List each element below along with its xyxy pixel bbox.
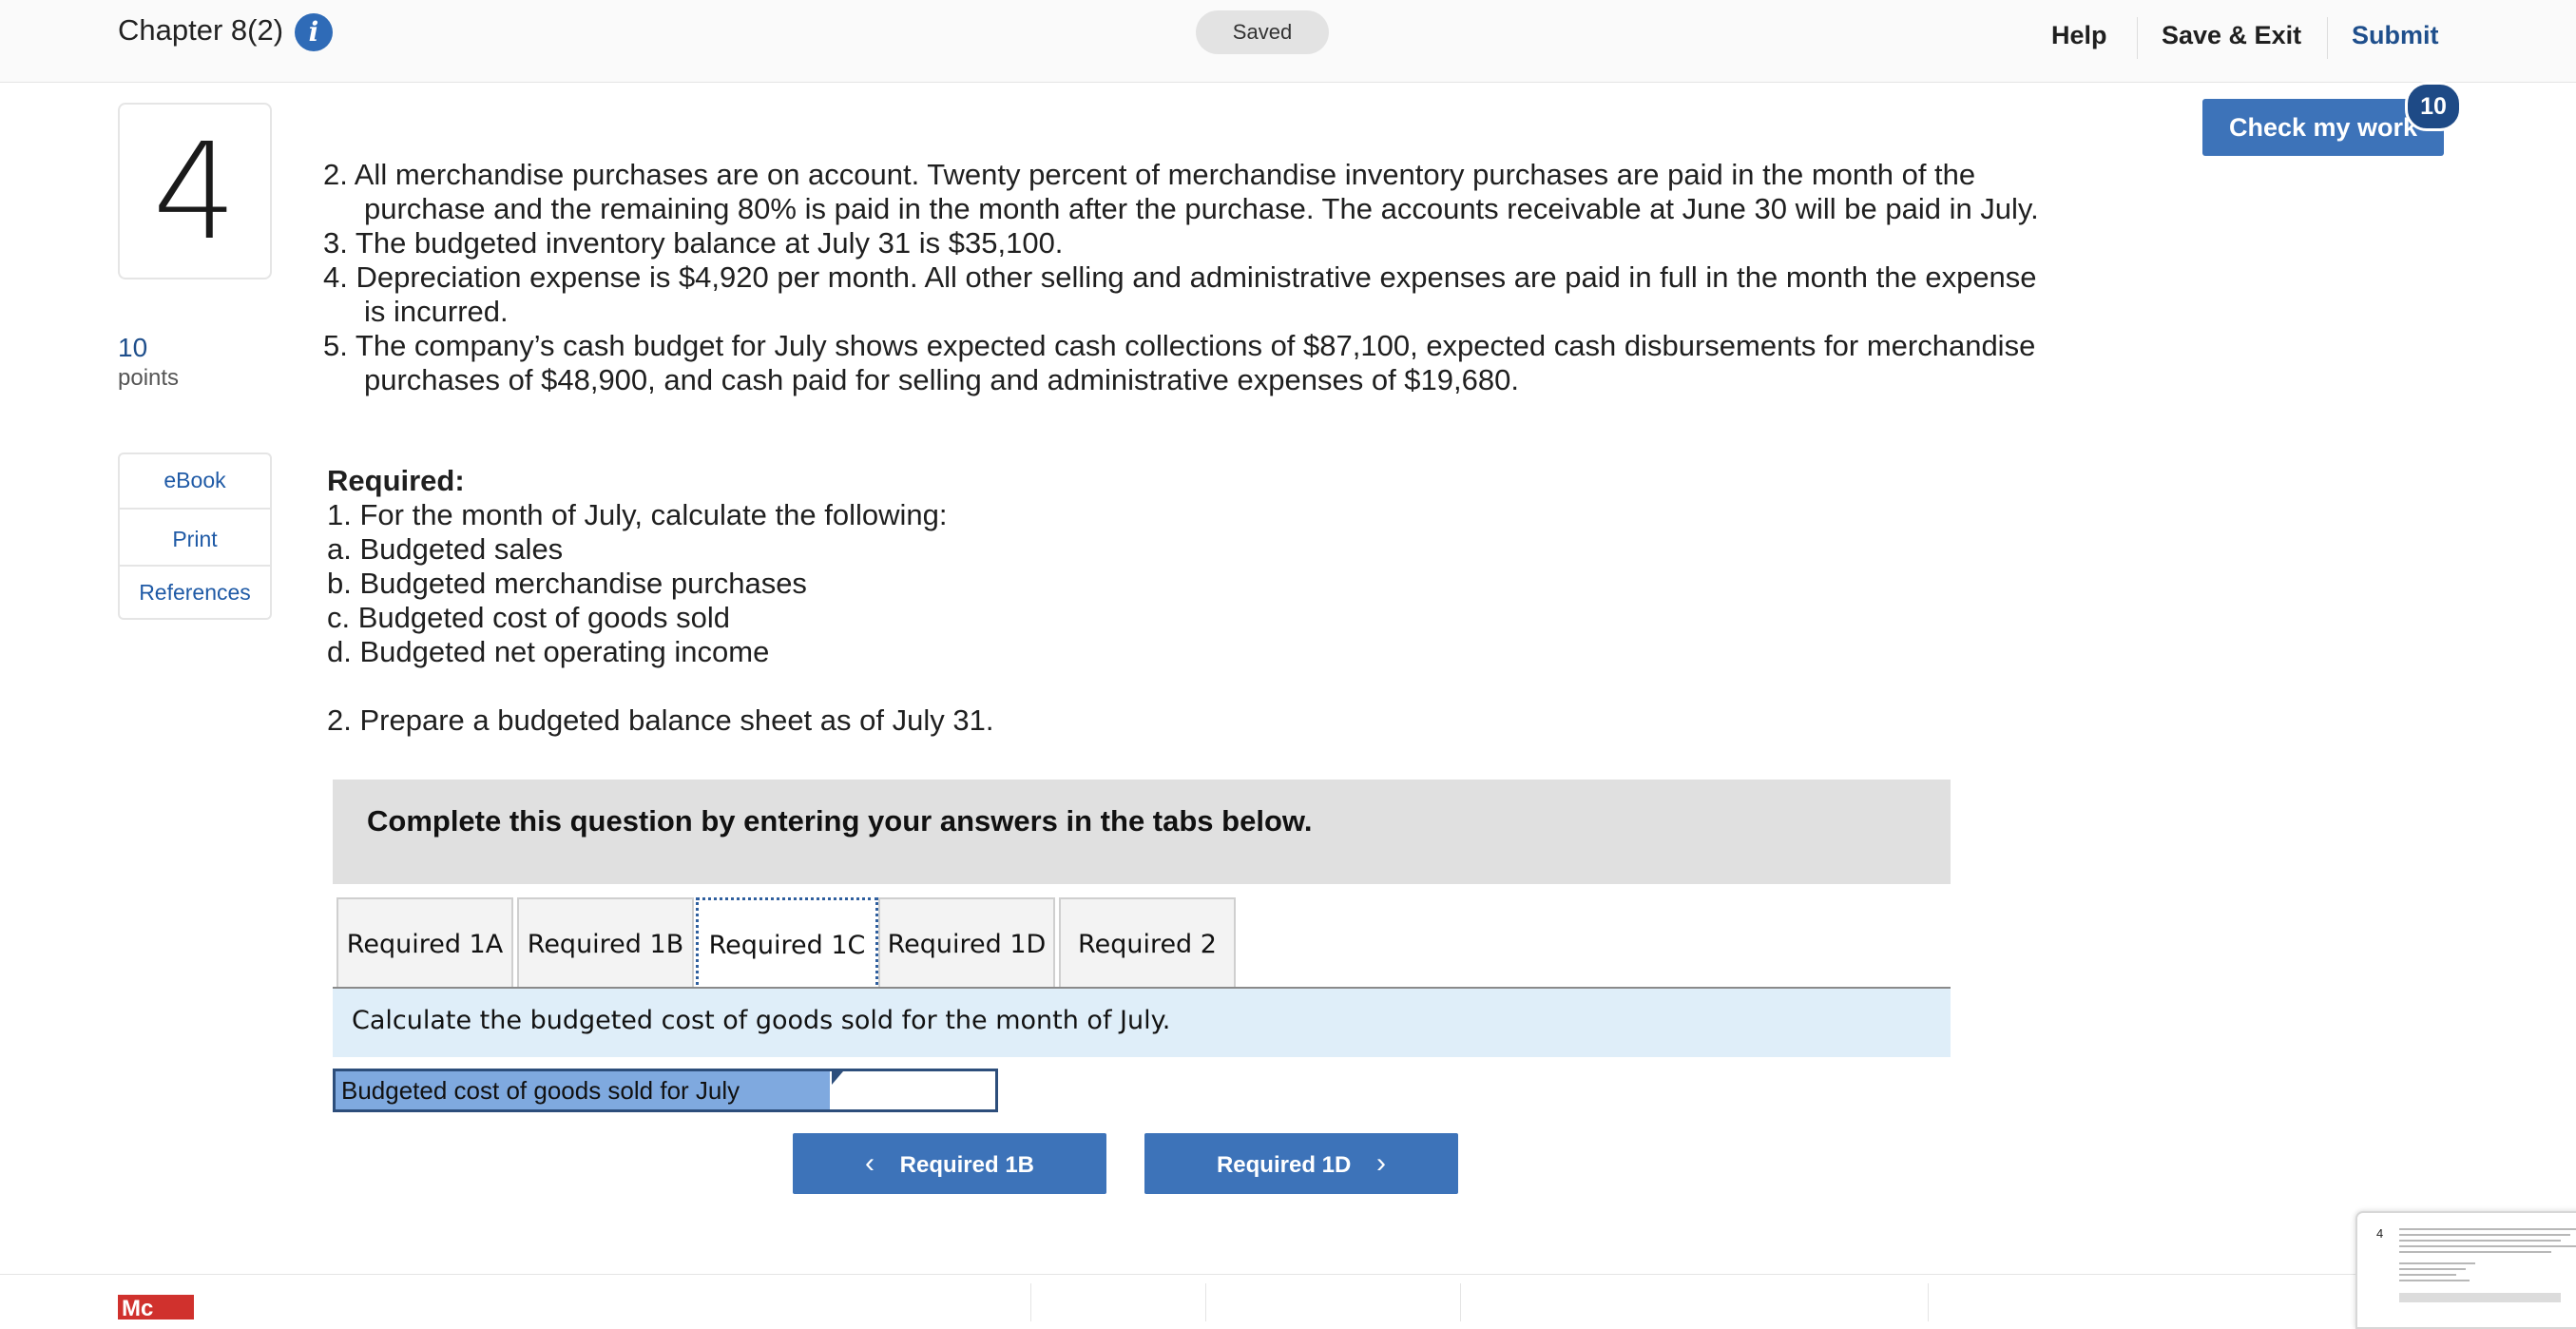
- required-item: c. Budgeted cost of goods sold: [327, 601, 730, 634]
- thumbnail-line: [2399, 1280, 2470, 1281]
- required-item: a. Budgeted sales: [327, 532, 564, 566]
- resource-links: eBook Print References: [118, 453, 272, 620]
- footer-divider: [0, 1274, 2576, 1275]
- attempts-badge: 10: [2405, 82, 2462, 131]
- body-line: purchase and the remaining 80% is paid i…: [364, 192, 2039, 225]
- body-line: 3. The budgeted inventory balance at Jul…: [323, 226, 1064, 260]
- body-line: 5. The company’s cash budget for July sh…: [323, 329, 2036, 362]
- thumbnail-block: [2399, 1293, 2561, 1302]
- chapter-title: Chapter 8(2): [118, 13, 284, 47]
- thumbnail-line: [2399, 1240, 2561, 1242]
- tab-required-2[interactable]: Required 2: [1059, 897, 1236, 989]
- footer-separator: [1205, 1283, 1206, 1321]
- thumbnail-line: [2399, 1228, 2576, 1230]
- points-value: 10: [118, 333, 148, 362]
- publisher-logo: Mc: [118, 1295, 194, 1319]
- footer-separator: [1030, 1283, 1031, 1321]
- required-item: b. Budgeted merchandise purchases: [327, 567, 807, 600]
- required-title: Required:: [327, 464, 465, 497]
- thumbnail-line: [2399, 1251, 2551, 1253]
- required-part-2: 2. Prepare a budgeted balance sheet as o…: [327, 703, 994, 737]
- next-tab-label: Required 1D: [1216, 1152, 1352, 1178]
- submit-link[interactable]: Submit: [2352, 21, 2439, 50]
- thumbnail-number: 4: [2376, 1226, 2384, 1241]
- prev-tab-label: Required 1B: [899, 1152, 1035, 1178]
- thumbnail-line: [2399, 1234, 2570, 1236]
- thumbnail-line: [2399, 1262, 2475, 1264]
- required-intro: 1. For the month of July, calculate the …: [327, 498, 948, 531]
- divider: [120, 508, 270, 510]
- body-line: 4. Depreciation expense is $4,920 per mo…: [323, 260, 2037, 294]
- budgeted-cogs-input[interactable]: [832, 1071, 995, 1109]
- chevron-right-icon: ›: [1376, 1147, 1387, 1179]
- print-link[interactable]: Print: [120, 527, 270, 552]
- prev-tab-button[interactable]: ‹ Required 1B: [793, 1133, 1106, 1194]
- ebook-link[interactable]: eBook: [120, 468, 270, 493]
- references-link[interactable]: References: [120, 580, 270, 606]
- prompt-text: Calculate the budgeted cost of goods sol…: [352, 1006, 1171, 1035]
- next-tab-button[interactable]: Required 1D ›: [1144, 1133, 1458, 1194]
- footer-separator: [1928, 1283, 1929, 1321]
- input-corner-marker: [832, 1071, 843, 1085]
- help-link[interactable]: Help: [2051, 21, 2107, 50]
- body-line: is incurred.: [364, 295, 509, 328]
- page-thumbnail[interactable]: 4: [2355, 1211, 2576, 1329]
- footer-separator: [1460, 1283, 1461, 1321]
- tab-required-1a[interactable]: Required 1A: [336, 897, 513, 989]
- chevron-left-icon: ‹: [864, 1147, 875, 1179]
- tab-required-1d[interactable]: Required 1D: [878, 897, 1055, 989]
- thumbnail-line: [2399, 1274, 2456, 1276]
- thumbnail-line: [2399, 1245, 2576, 1247]
- body-line: 2. All merchandise purchases are on acco…: [323, 158, 1976, 191]
- saved-status-badge: Saved: [1196, 10, 1329, 54]
- divider: [120, 565, 270, 567]
- tab-required-1c[interactable]: Required 1C: [696, 897, 878, 991]
- instructions-text: Complete this question by entering your …: [367, 804, 1313, 838]
- header-divider: [2137, 17, 2138, 59]
- answer-label: Budgeted cost of goods sold for July: [336, 1071, 830, 1109]
- body-line: purchases of $48,900, and cash paid for …: [364, 363, 1519, 396]
- thumbnail-line: [2399, 1268, 2466, 1270]
- points-label: points: [118, 365, 180, 391]
- header-divider: [2327, 17, 2328, 59]
- save-exit-link[interactable]: Save & Exit: [2162, 21, 2301, 50]
- answer-row: Budgeted cost of goods sold for July: [333, 1069, 998, 1112]
- question-number: 4: [118, 103, 272, 279]
- required-item: d. Budgeted net operating income: [327, 635, 770, 668]
- tab-required-1b[interactable]: Required 1B: [517, 897, 694, 989]
- info-icon[interactable]: i: [295, 13, 333, 51]
